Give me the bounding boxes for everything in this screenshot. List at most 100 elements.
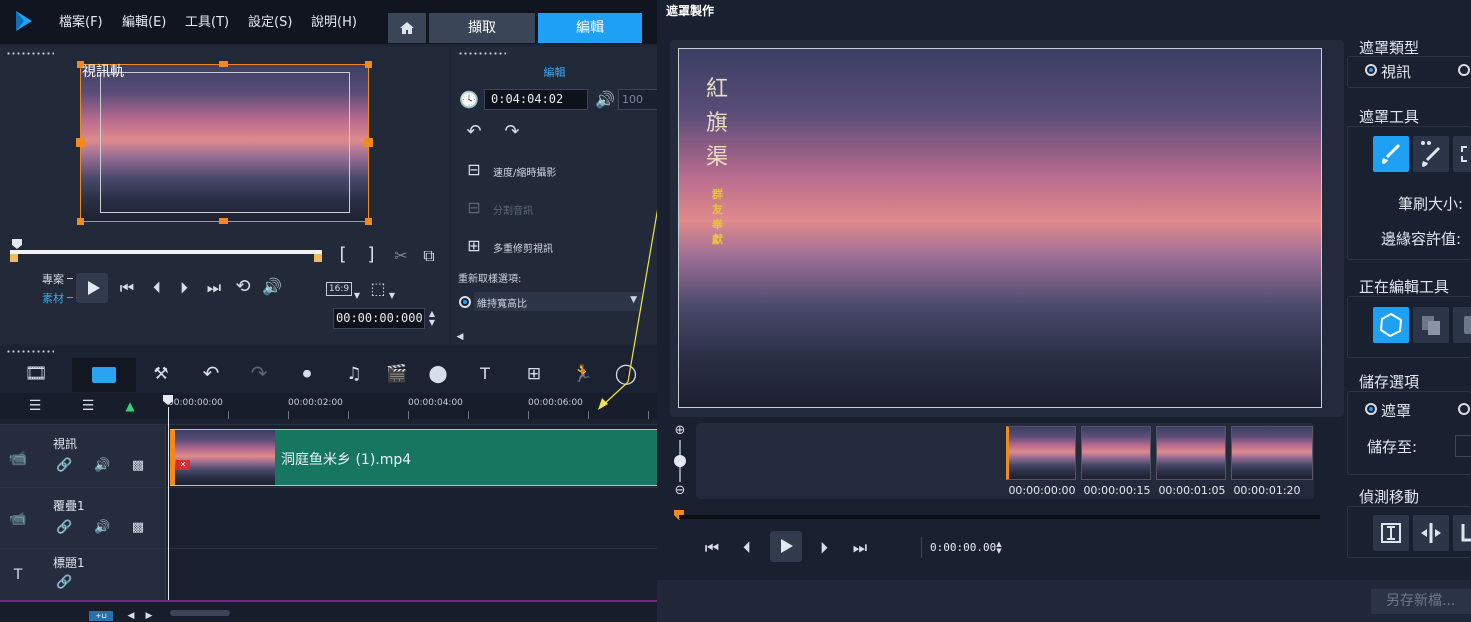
zoom-out-icon[interactable]: ⊖	[673, 483, 687, 499]
clip-left-edge[interactable]	[170, 430, 175, 485]
track-frame-button[interactable]	[1373, 515, 1409, 551]
handle-bl[interactable]	[77, 218, 84, 225]
track-manager-icon[interactable]: ☰	[24, 398, 46, 414]
dialog-scrub-bar[interactable]	[679, 515, 1320, 519]
rotate-left-icon[interactable]: ↶	[462, 123, 486, 141]
paste-mask-button[interactable]	[1453, 307, 1471, 343]
volume-icon[interactable]: 🔊	[94, 520, 110, 536]
play-button[interactable]	[770, 531, 802, 562]
tab-home[interactable]	[388, 13, 426, 43]
add-marker-icon[interactable]: ☰	[77, 398, 99, 414]
redo-icon[interactable]: ↷	[248, 363, 270, 383]
grid-icon[interactable]: ▩	[130, 458, 146, 474]
track-step-button[interactable]	[1453, 515, 1471, 551]
grid-icon[interactable]: ▩	[130, 520, 146, 536]
handle-mr[interactable]	[364, 138, 373, 147]
mark-in-icon[interactable]: [	[336, 246, 350, 264]
title-icon[interactable]: T	[473, 366, 497, 382]
mark-out-icon[interactable]: ]	[364, 246, 378, 264]
track-split-button[interactable]	[1413, 515, 1449, 551]
project-mode-label[interactable]: 專案	[42, 271, 64, 287]
link-icon[interactable]: 🔗	[56, 575, 72, 591]
split-screen-icon[interactable]: ⊞	[522, 366, 546, 383]
audio-mix-icon[interactable]: ♫	[343, 366, 365, 383]
scroll-left-icon[interactable]: ◀	[126, 608, 136, 622]
track-up-icon[interactable]: ▲	[118, 398, 142, 414]
menu-file[interactable]: 檔案(F)	[59, 11, 103, 30]
prev-frame-icon[interactable]: ⏴	[148, 280, 166, 296]
handle-tr[interactable]	[365, 61, 372, 68]
undo-icon[interactable]: ↶	[200, 363, 222, 383]
lasso-tool-button[interactable]	[1373, 307, 1409, 343]
panel-grip[interactable]	[458, 51, 506, 57]
handle-bm[interactable]	[219, 218, 228, 224]
volume-icon[interactable]: 🔊	[94, 458, 110, 474]
scroll-left-icon[interactable]: ◀	[455, 329, 465, 345]
menu-help[interactable]: 說明(H)	[311, 11, 357, 30]
next-frame-icon[interactable]: ⏵	[175, 280, 193, 296]
dialog-timecode[interactable]: 0:00:00.00	[921, 537, 996, 558]
timecode-spinner-icon[interactable]: ▲ ▼	[426, 309, 438, 327]
rotate-right-icon[interactable]: ↷	[500, 123, 524, 141]
ruler[interactable]: 00:00:00:00 00:00:02:00 00:00:04:00 00:0…	[168, 393, 657, 419]
zoom-slider-knob[interactable]	[674, 455, 686, 467]
handle-br[interactable]	[365, 218, 372, 225]
trim-bar[interactable]	[10, 250, 322, 254]
speed-option[interactable]: 速度/縮時攝影	[493, 164, 556, 179]
duration-field[interactable]: 0:04:04:02	[484, 89, 588, 110]
zoom-in-icon[interactable]: ⊕	[673, 423, 687, 439]
menu-settings[interactable]: 設定(S)	[248, 11, 292, 30]
frame-thumbnail[interactable]	[1156, 426, 1226, 480]
prev-frame-icon[interactable]: ⏴	[738, 540, 756, 556]
dropdown-arrow-icon[interactable]: ▼	[353, 288, 361, 304]
go-start-icon[interactable]: ⏮	[703, 540, 721, 556]
clip-mode-label[interactable]: 素材	[42, 290, 64, 306]
split-audio-option[interactable]: 分割音訊	[493, 202, 533, 217]
frame-thumbnail[interactable]	[1081, 426, 1151, 480]
play-button[interactable]	[76, 273, 108, 303]
video-clip[interactable]: ✕ 洞庭鱼米乡 (1).mp4	[170, 429, 657, 486]
go-end-icon[interactable]: ⏭	[205, 280, 223, 296]
resample-radio[interactable]	[459, 296, 471, 308]
volume-icon[interactable]: 🔊	[262, 279, 282, 295]
handle-ml[interactable]	[76, 138, 85, 147]
next-frame-icon[interactable]: ⏵	[815, 540, 833, 556]
handle-tm[interactable]	[219, 61, 228, 67]
save-path-field[interactable]	[1455, 435, 1471, 457]
frame-thumbnail[interactable]	[1006, 426, 1076, 480]
scrub-handle[interactable]	[11, 235, 23, 249]
go-start-icon[interactable]: ⏮	[118, 280, 136, 296]
tab-capture[interactable]: 擷取	[429, 13, 535, 43]
enlarge-icon[interactable]: ⧉	[420, 248, 438, 264]
frame-thumbnail[interactable]	[1231, 426, 1313, 480]
zoom-fit-button[interactable]: +⊔	[89, 611, 113, 621]
storyboard-view-icon[interactable]: 🎞	[24, 365, 48, 383]
timeline-playhead-line[interactable]	[168, 407, 169, 602]
smart-brush-button[interactable]	[1413, 136, 1449, 172]
scissors-icon[interactable]: ✂	[392, 248, 410, 264]
menu-edit[interactable]: 編輯(E)	[122, 11, 166, 30]
save-new-button[interactable]: 另存新檔...	[1371, 589, 1471, 614]
timeline-view-button[interactable]	[72, 358, 136, 392]
trim-out-marker[interactable]	[314, 254, 322, 262]
aspect-button[interactable]: 16:9	[326, 282, 352, 296]
copy-mask-button[interactable]	[1413, 307, 1449, 343]
crop-icon[interactable]: ⬚	[370, 281, 386, 297]
tools-icon[interactable]: ⚒	[150, 366, 172, 383]
mask-preview-frame[interactable]	[678, 48, 1322, 408]
menu-tools[interactable]: 工具(T)	[185, 11, 229, 30]
trim-in-marker[interactable]	[10, 254, 18, 262]
multitrim-option[interactable]: 多重修剪視訊	[493, 240, 553, 255]
auto-music-icon[interactable]: 🎬	[386, 366, 408, 383]
type-video-radio[interactable]	[1365, 64, 1377, 76]
rect-select-button[interactable]	[1453, 136, 1471, 172]
type-alt-radio[interactable]	[1458, 64, 1470, 76]
save-mask-radio[interactable]	[1365, 403, 1377, 415]
scroll-right-icon[interactable]: ▶	[144, 608, 154, 622]
panel-grip[interactable]	[6, 349, 54, 355]
timecode-spinner-icon[interactable]: ▲ ▼	[994, 541, 1004, 555]
panel-grip[interactable]	[6, 51, 54, 57]
record-icon[interactable]: ⏺	[296, 366, 318, 383]
link-icon[interactable]: 🔗	[56, 458, 72, 474]
timeline-scrollbar[interactable]	[170, 610, 230, 616]
